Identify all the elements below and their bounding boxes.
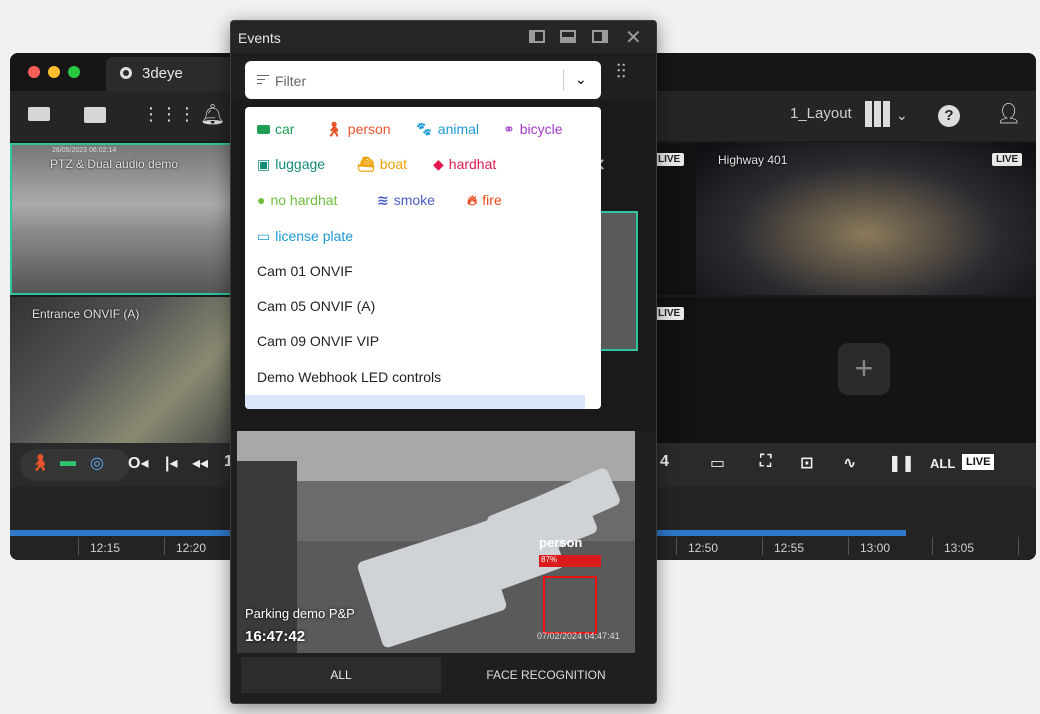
tile-name: Highway 401 — [718, 153, 788, 167]
thumbnail-preview — [598, 211, 638, 351]
activity-icon[interactable]: ∿ — [843, 453, 856, 473]
filter-option-camera[interactable]: Cam 09 ONVIF VIP — [257, 333, 379, 349]
camera-tile-entrance[interactable]: Entrance ONVIF (A) — [10, 297, 238, 443]
events-tabs: ALL FACE RECOGNITION — [231, 653, 656, 703]
close-icon[interactable]: ✕ — [625, 25, 642, 50]
timeline-label: 12:55 — [774, 541, 805, 555]
events-window: Events ✕ ✕ Filter ⌄ ⫶⫶ car 🚶︎person 🐾︎an… — [230, 20, 657, 704]
dock-left-icon[interactable] — [529, 30, 545, 43]
filter-option-boat[interactable]: ⛴︎ boat — [357, 156, 407, 173]
filter-option-luggage[interactable]: ▣ luggage — [257, 156, 325, 173]
boat-icon: ⛴︎ — [357, 156, 375, 172]
timeline-label: 13:00 — [860, 541, 891, 555]
person-filter-icon[interactable]: 🚶︎ — [30, 453, 50, 473]
fire-icon: 🔥︎ — [467, 192, 478, 208]
filter-option-camera[interactable]: Demo Webhook LED controls — [257, 369, 441, 385]
bell-icon[interactable]: 🔔︎ — [200, 105, 225, 125]
help-icon[interactable]: ? — [938, 105, 960, 127]
event-camera-name: Parking demo P&P — [245, 606, 355, 621]
events-title: Events — [238, 30, 281, 46]
filter-option-license-plate[interactable]: ▭ license plate — [257, 228, 353, 245]
filter-option-bicycle[interactable]: ⚭ bicycle — [503, 121, 563, 138]
jump-to-event-icon[interactable]: O◂ — [128, 453, 148, 473]
filter-option-person[interactable]: 🚶︎ person — [325, 121, 391, 138]
camera-tile-highway[interactable]: Highway 401 LIVE — [696, 143, 1036, 295]
maximize-window-button[interactable] — [68, 66, 80, 78]
tile-timestamp: 26/05/2023 06:02:14 — [52, 147, 117, 154]
bicycle-icon: ⚭ — [503, 121, 515, 137]
layout-name[interactable]: 1_Layout — [790, 105, 852, 122]
user-icon[interactable]: 👤︎ — [996, 104, 1021, 124]
filmstrip-icon[interactable]: ▭ — [710, 453, 725, 473]
filter-option-smoke[interactable]: ≋ smoke — [377, 192, 435, 209]
filter-option-camera[interactable]: Cam 01 ONVIF — [257, 263, 353, 279]
filter-input[interactable]: Filter ⌄ — [245, 61, 601, 99]
dropdown-highlight — [245, 395, 585, 409]
rewind-icon[interactable]: ◂◂ — [192, 453, 208, 473]
no-hardhat-icon: ● — [257, 192, 266, 208]
app-tab[interactable]: 3deye — [106, 57, 236, 91]
grid-icon[interactable]: ⋮⋮⋮ — [142, 104, 196, 124]
filter-option-hardhat[interactable]: ◆ hardhat — [433, 156, 496, 173]
pause-icon[interactable]: ❚❚ — [888, 453, 915, 473]
dock-bottom-icon[interactable] — [560, 30, 576, 43]
app-logo-icon — [120, 67, 132, 79]
timeline-label: 12:50 — [688, 541, 719, 555]
filter-placeholder: Filter — [275, 73, 307, 89]
chevron-down-icon[interactable]: ⌄ — [575, 71, 587, 88]
tab-all[interactable]: ALL — [241, 657, 441, 693]
filter-option-fire[interactable]: 🔥︎ fire — [467, 192, 502, 209]
confidence-bar: 87% — [539, 555, 601, 567]
close-window-button[interactable] — [28, 66, 40, 78]
filter-option-car[interactable]: car — [257, 121, 294, 137]
filter-dropdown: car 🚶︎ person 🐾︎ animal ⚭ bicycle ▣ luggage … — [245, 107, 601, 409]
car-icon — [257, 125, 270, 134]
filter-icon — [257, 75, 269, 85]
event-date-stamp: 07/02/2024 04:47:41 — [537, 631, 620, 641]
filter-option-animal[interactable]: 🐾︎ animal — [415, 121, 479, 138]
timeline-label: 13:05 — [944, 541, 975, 555]
all-button[interactable]: ALL — [930, 456, 955, 471]
dock-right-icon[interactable] — [592, 30, 608, 43]
events-title-bar: Events ✕ — [231, 21, 656, 53]
person-icon: 🚶︎ — [325, 121, 343, 137]
smoke-icon: ≋ — [377, 192, 389, 208]
chevron-down-icon[interactable]: ⌄ — [896, 105, 908, 125]
camera-tile-empty: + — [696, 297, 1036, 443]
camera-icon[interactable] — [28, 107, 50, 121]
live-badge: LIVE — [654, 307, 685, 320]
timeline-label: 12:15 — [90, 541, 121, 555]
timeline-label: 12:20 — [176, 541, 207, 555]
face-filter-icon[interactable]: ◎ — [90, 453, 104, 473]
tab-face-recognition[interactable]: FACE RECOGNITION — [446, 657, 646, 693]
luggage-icon: ▣ — [257, 156, 271, 172]
fit-screen-icon[interactable]: ⊡ — [800, 453, 813, 473]
add-camera-button[interactable]: + — [838, 343, 890, 395]
event-snapshot[interactable]: person 87% Parking demo P&P 16:47:42 07/… — [237, 431, 635, 653]
settings-sliders-icon[interactable]: ⫶⫶ — [616, 61, 626, 84]
fullscreen-icon[interactable]: ⛶ — [760, 453, 771, 471]
paw-icon: 🐾︎ — [415, 121, 433, 137]
live-badge: LIVE — [992, 153, 1023, 166]
car-filter-icon[interactable]: ▬ — [60, 453, 76, 471]
folder-icon[interactable] — [84, 107, 106, 123]
filter-option-no-hardhat[interactable]: ● no hardhat — [257, 192, 337, 208]
minimize-window-button[interactable] — [48, 66, 60, 78]
tile-name: Entrance ONVIF (A) — [32, 307, 140, 321]
detection-box — [543, 576, 597, 634]
tile-name: PTZ & Dual audio demo — [50, 157, 179, 171]
live-button[interactable]: LIVE — [962, 454, 995, 470]
event-time: 16:47:42 — [245, 628, 306, 645]
app-title: 3deye — [142, 65, 183, 82]
license-plate-icon: ▭ — [257, 228, 271, 244]
live-badge: LIVE — [654, 153, 685, 166]
camera-tile-ptz[interactable]: PTZ & Dual audio demo 26/05/2023 06:02:1… — [10, 143, 238, 295]
speed-indicator: 4 — [660, 453, 669, 470]
detection-label: person — [539, 535, 583, 550]
filter-option-camera[interactable]: Cam 05 ONVIF (A) — [257, 298, 375, 314]
skip-back-icon[interactable]: |◂ — [165, 453, 178, 473]
layout-grid-icon[interactable] — [865, 101, 891, 127]
hardhat-icon: ◆ — [433, 156, 444, 172]
